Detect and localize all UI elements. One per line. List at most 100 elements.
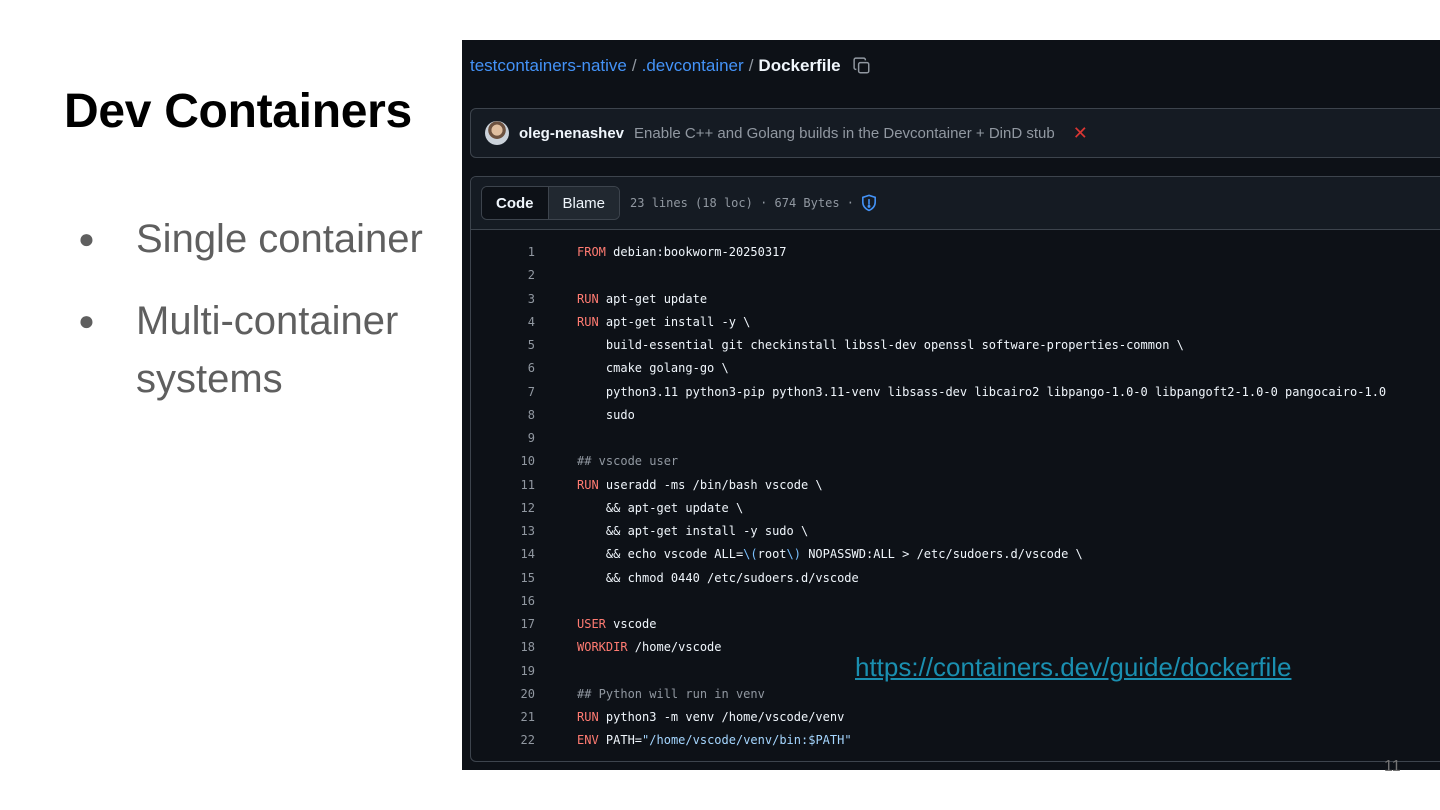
breadcrumb-separator: / — [748, 56, 754, 75]
view-toggle: Code Blame — [481, 186, 621, 220]
code-line: 7 python3.11 python3-pip python3.11-venv… — [471, 381, 1440, 404]
code-keyword: ENV — [577, 733, 599, 748]
code-line: 4 RUN apt-get install -y \ — [471, 311, 1440, 334]
line-number[interactable]: 15 — [471, 567, 535, 590]
code-text: build-essential git checkinstall libssl-… — [577, 338, 1184, 352]
page-number: 11 — [1384, 758, 1401, 775]
line-number[interactable]: 21 — [471, 706, 535, 729]
line-number[interactable]: 22 — [471, 729, 535, 752]
line-number[interactable]: 8 — [471, 404, 535, 427]
code-content: USER vscode — [577, 613, 656, 636]
guide-link[interactable]: https://containers.dev/guide/dockerfile — [855, 652, 1291, 683]
code-line: 8 sudo — [471, 404, 1440, 427]
code-content: cmake golang-go \ — [577, 357, 729, 380]
line-number[interactable]: 16 — [471, 590, 535, 613]
code-line: 11 RUN useradd -ms /bin/bash vscode \ — [471, 474, 1440, 497]
bullet-item: ● Single container — [72, 210, 456, 268]
code-keyword: RUN — [577, 314, 599, 329]
shield-icon[interactable] — [860, 194, 878, 212]
code-content: ## vscode user — [577, 450, 678, 473]
line-number[interactable]: 2 — [471, 264, 535, 287]
line-number[interactable]: 11 — [471, 474, 535, 497]
breadcrumb-repo-link[interactable]: testcontainers-native — [470, 56, 627, 76]
line-number[interactable]: 1 — [471, 241, 535, 264]
code-keyword: WORKDIR — [577, 640, 628, 655]
code-line: 3 RUN apt-get update — [471, 288, 1440, 311]
code-line: 16 — [471, 590, 1440, 613]
code-text: python3 -m venv /home/vscode/venv — [598, 710, 845, 724]
code-text: /home/vscode — [627, 640, 722, 655]
slide-title: Dev Containers — [64, 85, 412, 138]
code-line: 10 ## vscode user — [471, 450, 1440, 473]
code-keyword: USER — [577, 617, 606, 631]
code-line: 13 && apt-get install -y sudo \ — [471, 520, 1440, 543]
code-content: RUN apt-get update — [577, 288, 707, 311]
breadcrumb: testcontainers-native / .devcontainer / … — [470, 56, 871, 76]
line-number[interactable]: 4 — [471, 311, 535, 334]
code-line: 14 && echo vscode ALL=\(root\) NOPASSWD:… — [471, 543, 1440, 566]
code-comment: ## vscode user — [577, 454, 679, 469]
commit-message-link[interactable]: Enable C++ and Golang builds in the Devc… — [634, 125, 1055, 142]
code-line: 22 ENV PATH="/home/vscode/venv/bin:$PATH" — [471, 729, 1440, 752]
copy-path-icon[interactable] — [853, 57, 871, 75]
bullet-text: Single container — [136, 217, 423, 261]
code-escape: \) — [786, 547, 801, 562]
bullet-dot-icon: ● — [78, 223, 95, 254]
code-content: ## Python will run in venv — [577, 683, 765, 706]
code-content: python3.11 python3-pip python3.11-venv l… — [577, 381, 1386, 404]
code-line: 1 FROM debian:bookworm-20250317 — [471, 241, 1440, 264]
file-info: 23 lines (18 loc) · 674 Bytes · — [630, 196, 854, 210]
code-content: RUN apt-get install -y \ — [577, 311, 750, 334]
code-content: && chmod 0440 /etc/sudoers.d/vscode — [577, 567, 859, 590]
code-keyword: RUN — [577, 291, 599, 306]
line-number[interactable]: 18 — [471, 636, 535, 659]
code-line: 20 ## Python will run in venv — [471, 683, 1440, 706]
code-line: 17 USER vscode — [471, 613, 1440, 636]
line-number[interactable]: 14 — [471, 543, 535, 566]
tab-code[interactable]: Code — [482, 187, 549, 219]
code-keyword: RUN — [577, 710, 599, 724]
bullet-dot-icon: ● — [78, 305, 95, 336]
line-number[interactable]: 13 — [471, 520, 535, 543]
line-number[interactable]: 20 — [471, 683, 535, 706]
code-content: && apt-get install -y sudo \ — [577, 520, 808, 543]
line-number[interactable]: 12 — [471, 497, 535, 520]
code-text: NOPASSWD:ALL > /etc/sudoers.d/vscode \ — [800, 547, 1083, 562]
line-number[interactable]: 19 — [471, 660, 535, 683]
check-failed-icon[interactable]: ✕ — [1073, 123, 1088, 144]
file-header: Code Blame 23 lines (18 loc) · 674 Bytes… — [471, 177, 1440, 230]
line-number[interactable]: 3 — [471, 288, 535, 311]
code-content: WORKDIR /home/vscode — [577, 636, 722, 659]
code-keyword: RUN — [577, 477, 599, 492]
line-number[interactable]: 10 — [471, 450, 535, 473]
code-text: && apt-get install -y sudo \ — [577, 524, 809, 538]
commit-author-link[interactable]: oleg-nenashev — [519, 125, 624, 142]
code-escape: \( — [743, 547, 758, 562]
line-number[interactable]: 7 — [471, 381, 535, 404]
code-text: && apt-get update \ — [577, 500, 744, 515]
code-content: ENV PATH="/home/vscode/venv/bin:$PATH" — [577, 729, 852, 752]
code-line: 12 && apt-get update \ — [471, 497, 1440, 520]
code-content: sudo — [577, 404, 635, 427]
breadcrumb-folder-link[interactable]: .devcontainer — [642, 56, 744, 76]
code-text: debian:bookworm-20250317 — [605, 245, 787, 259]
line-number[interactable]: 5 — [471, 334, 535, 357]
code-text: useradd -ms /bin/bash vscode \ — [598, 477, 823, 492]
code-content: && apt-get update \ — [577, 497, 743, 520]
code-text: apt-get update — [598, 291, 708, 306]
code-line: 15 && chmod 0440 /etc/sudoers.d/vscode — [471, 567, 1440, 590]
line-number[interactable]: 9 — [471, 427, 535, 450]
code-string: "/home/vscode/venv/bin:$PATH" — [642, 733, 852, 748]
latest-commit-bar: oleg-nenashev Enable C++ and Golang buil… — [470, 108, 1440, 158]
bullet-text: Multi-container systems — [136, 299, 399, 401]
line-number[interactable]: 17 — [471, 613, 535, 636]
code-text: root — [757, 547, 787, 562]
bullet-item: ● Multi-container systems — [72, 292, 456, 408]
code-line: 2 — [471, 264, 1440, 287]
line-number[interactable]: 6 — [471, 357, 535, 380]
code-text: apt-get install -y \ — [598, 314, 751, 329]
tab-blame[interactable]: Blame — [548, 187, 620, 219]
code-content: RUN python3 -m venv /home/vscode/venv — [577, 706, 844, 729]
code-line: 21 RUN python3 -m venv /home/vscode/venv — [471, 706, 1440, 729]
avatar[interactable] — [485, 121, 509, 145]
